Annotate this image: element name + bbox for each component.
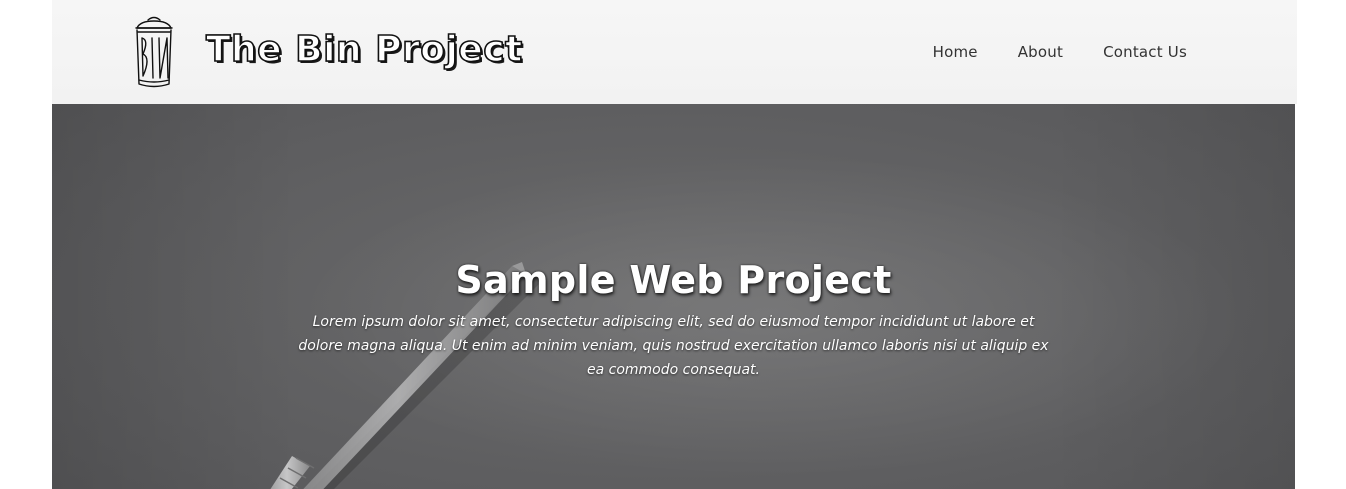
hero-banner: Sample Web Project Lorem ipsum dolor sit…: [52, 104, 1295, 489]
hero-title: Sample Web Project: [455, 258, 892, 302]
site-header: The Bin Project Home About Contact Us: [52, 0, 1297, 104]
hero-content: Sample Web Project Lorem ipsum dolor sit…: [52, 254, 1295, 382]
site-title: The Bin Project: [205, 29, 523, 70]
hero-description: Lorem ipsum dolor sit amet, consectetur …: [298, 314, 1049, 378]
nav-about-link[interactable]: About: [1018, 43, 1063, 61]
main-nav: Home About Contact Us: [933, 0, 1187, 104]
logo-link[interactable]: The Bin Project: [132, 12, 523, 92]
page: The Bin Project Home About Contact Us Sa…: [0, 0, 1346, 489]
nav-home-link[interactable]: Home: [933, 43, 978, 61]
nav-contact-link[interactable]: Contact Us: [1103, 43, 1187, 61]
trash-bin-icon: [135, 16, 173, 88]
